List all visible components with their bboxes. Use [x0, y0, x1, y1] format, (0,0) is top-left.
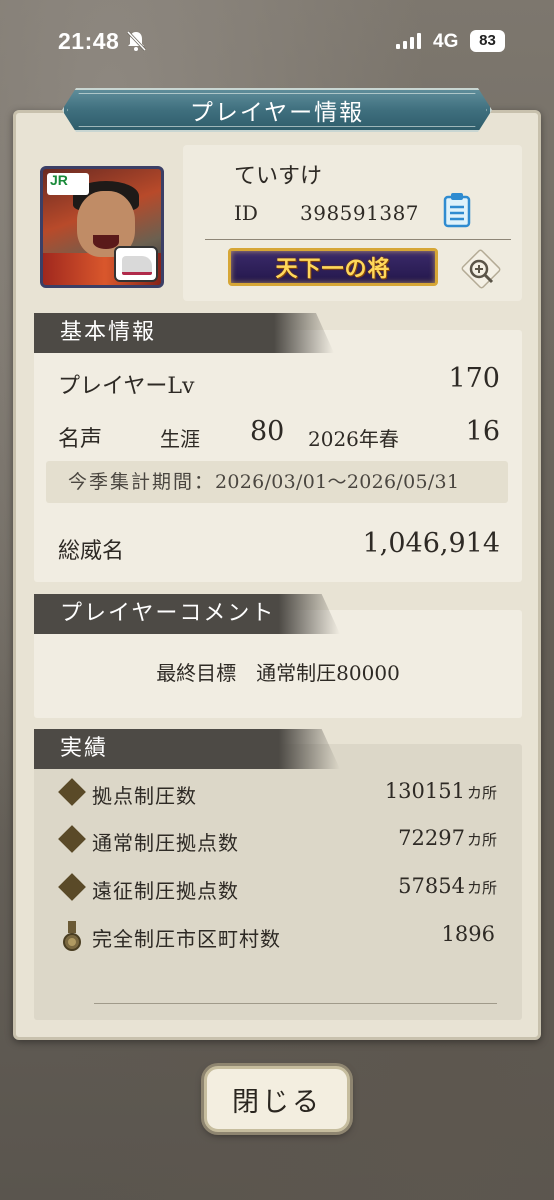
achievements-divider	[94, 1003, 497, 1004]
achievement-value: 57854 カ所	[398, 874, 497, 898]
id-label: ID	[234, 201, 258, 225]
medal-icon	[63, 921, 81, 951]
battery-indicator: 83	[470, 30, 505, 52]
jr-logo-icon: JR	[47, 173, 89, 195]
zoom-in-icon[interactable]	[466, 256, 496, 286]
status-bar: 21:48 4G 83	[0, 0, 554, 80]
achievement-label: 遠征制圧拠点数	[92, 879, 239, 903]
dialog-title: プレイヤー情報	[189, 100, 365, 126]
player-name: ていすけ	[234, 164, 323, 189]
status-time: 21:48	[58, 28, 120, 54]
season-label: 2026年春	[308, 427, 399, 451]
signal-icon	[396, 33, 421, 49]
period-label: 今季集計期間：	[68, 471, 216, 493]
train-icon	[114, 246, 158, 282]
career-value: 80	[250, 416, 285, 447]
fame-label: 名声	[58, 427, 103, 452]
achievements-header: 実績	[34, 729, 340, 769]
achievement-value: 1896	[441, 922, 495, 946]
period-value: 2026/03/01～2026/05/31	[215, 471, 460, 493]
season-value: 16	[465, 416, 500, 447]
avatar[interactable]: JR	[40, 166, 164, 288]
total-fame-label: 総威名	[58, 539, 125, 564]
dialog-title-banner: プレイヤー情報	[62, 88, 492, 132]
network-type: 4G	[433, 31, 459, 52]
achievement-label: 拠点制圧数	[92, 784, 197, 808]
player-title-plate: 天下一の将	[228, 248, 438, 286]
player-title-text: 天下一の将	[275, 256, 391, 282]
copy-clipboard-icon[interactable]	[443, 192, 471, 228]
profile-divider	[205, 239, 511, 240]
achievement-value: 72297 カ所	[398, 826, 497, 850]
level-value: 170	[448, 363, 500, 394]
season-period: 今季集計期間：2026/03/01～2026/05/31	[46, 461, 508, 503]
comment-text: 最終目標 通常制圧80000	[156, 661, 400, 685]
career-label: 生涯	[160, 427, 200, 451]
achievement-label: 完全制圧市区町村数	[92, 927, 281, 951]
bell-muted-icon	[126, 30, 146, 52]
comment-header: プレイヤーコメント	[34, 594, 340, 634]
level-label: プレイヤーLv	[58, 374, 195, 399]
total-fame-value: 1,046,914	[362, 528, 500, 559]
player-id: 398591387	[300, 201, 420, 225]
basic-info-header: 基本情報	[34, 313, 334, 353]
achievement-value: 130151 カ所	[384, 779, 497, 803]
achievement-label: 通常制圧拠点数	[92, 831, 239, 855]
close-button[interactable]: 閉じる	[204, 1066, 350, 1132]
